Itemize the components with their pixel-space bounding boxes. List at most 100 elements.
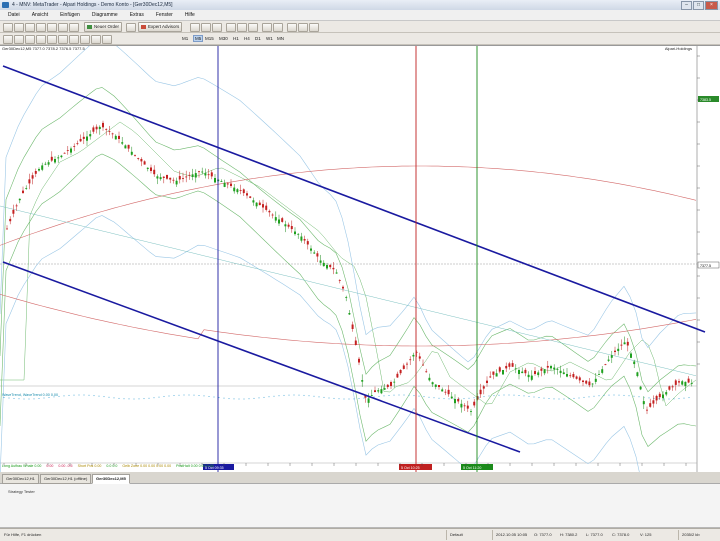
menu-diagramme[interactable]: Diagramme: [92, 12, 118, 18]
candlestick-button[interactable]: [201, 23, 211, 32]
candle-body: [92, 127, 95, 132]
meta-editor-button[interactable]: [126, 23, 136, 32]
tf-h4[interactable]: H4: [244, 36, 250, 41]
chart-shift-button[interactable]: [273, 23, 283, 32]
candle-body: [239, 190, 242, 191]
candle-body: [310, 248, 312, 251]
tab-ger30-h1-offline[interactable]: Ger30Dec12,H1 (offline): [40, 474, 92, 484]
candle-body: [156, 176, 159, 179]
oscillator-dot: [418, 395, 420, 397]
vertical-line-icon[interactable]: [25, 35, 35, 44]
oscillator-dot: [198, 394, 200, 396]
candle-body: [620, 344, 623, 346]
chart-canvas[interactable]: 5 Oct 09:35 5 Oct 10:25 5 Oct 11:20 7383…: [0, 36, 720, 497]
channel-icon[interactable]: [58, 35, 68, 44]
menu-fenster[interactable]: Fenster: [156, 12, 173, 18]
crosshair-icon[interactable]: [14, 35, 24, 44]
arrows-icon[interactable]: [102, 35, 112, 44]
oscillator-dot: [628, 395, 630, 397]
chart-window[interactable]: 5 Oct 09:35 5 Oct 10:25 5 Oct 11:20 7383…: [0, 36, 720, 497]
expert-advisors-button[interactable]: Expert Advisors: [138, 22, 183, 32]
candle-body: [348, 313, 351, 315]
indicators-button[interactable]: [287, 23, 297, 32]
templates-button[interactable]: [309, 23, 319, 32]
oscillator-dot: [143, 398, 145, 400]
candle-body: [169, 177, 172, 180]
candle-body: [159, 177, 162, 180]
menu-datei[interactable]: Datei: [8, 12, 20, 18]
menu-ansicht[interactable]: Ansicht: [32, 12, 48, 18]
candle-body: [614, 350, 616, 352]
trendline-icon[interactable]: [47, 35, 57, 44]
cursor-icon[interactable]: [3, 35, 13, 44]
tf-m30[interactable]: M30: [219, 36, 228, 41]
candle-body: [194, 173, 197, 178]
candle-body: [601, 369, 604, 373]
minimize-button[interactable]: –: [681, 1, 692, 10]
candle-body: [108, 131, 111, 133]
tab-ger30-m5[interactable]: Ger30Dec12,M5: [92, 474, 130, 484]
line-chart-button[interactable]: [212, 23, 222, 32]
candle-body: [441, 389, 444, 392]
maximize-button[interactable]: □: [693, 1, 704, 10]
candle-body: [38, 169, 40, 171]
zoom-in-button[interactable]: [226, 23, 236, 32]
tile-windows-button[interactable]: [248, 23, 258, 32]
close-button[interactable]: ×: [705, 1, 718, 10]
label-icon[interactable]: [91, 35, 101, 44]
autoscroll-button[interactable]: [262, 23, 272, 32]
tf-d1[interactable]: D1: [255, 36, 261, 41]
candle-body: [79, 138, 82, 142]
candle-body: [233, 187, 236, 192]
navigator-button[interactable]: [47, 23, 57, 32]
new-order-button[interactable]: Neuer Order: [84, 22, 123, 32]
candle-body: [18, 198, 21, 201]
candle-body: [207, 174, 210, 176]
fibonacci-icon[interactable]: [69, 35, 79, 44]
candle-body: [262, 204, 264, 208]
candle-body: [345, 297, 348, 298]
bar-chart-button[interactable]: [190, 23, 200, 32]
terminal-row[interactable]: Strategy Tester: [8, 489, 35, 494]
tf-m5[interactable]: M5: [193, 35, 204, 42]
menu-einfuegen[interactable]: Einfügen: [60, 12, 80, 18]
oscillator-dot: [338, 398, 340, 400]
profiles-button[interactable]: [14, 23, 24, 32]
oscillator-dot: [513, 394, 515, 396]
candle-body: [607, 359, 610, 361]
market-watch-button[interactable]: [25, 23, 35, 32]
status-low: L: 7377.0: [586, 532, 603, 537]
data-window-button[interactable]: [36, 23, 46, 32]
tf-h1[interactable]: H1: [233, 36, 239, 41]
candle-body: [690, 383, 693, 384]
candle-body: [361, 380, 364, 382]
zoom-out-button[interactable]: [237, 23, 247, 32]
menu-hilfe[interactable]: Hilfe: [185, 12, 195, 18]
candle-body: [338, 280, 341, 281]
candle-body: [89, 134, 92, 137]
tf-m15[interactable]: M15: [205, 36, 214, 41]
candle-body: [198, 171, 200, 173]
candle-body: [214, 178, 216, 183]
tf-m1[interactable]: M1: [182, 36, 188, 41]
candle-body: [153, 169, 156, 175]
menu-extras[interactable]: Extras: [130, 12, 144, 18]
oscillator-dot: [613, 394, 615, 396]
oscillator-dot: [683, 397, 685, 399]
tab-ger30-h1[interactable]: Ger30Dec12,H1: [2, 474, 39, 484]
candle-body: [118, 135, 120, 139]
new-chart-button[interactable]: [3, 23, 13, 32]
candle-body: [438, 385, 440, 387]
tester-button[interactable]: [69, 23, 79, 32]
oscillator-dot: [588, 396, 590, 398]
horizontal-line-icon[interactable]: [36, 35, 46, 44]
indicator-value: Short Pos 0.00: [77, 464, 102, 468]
oscillator-dot: [523, 395, 525, 397]
text-icon[interactable]: [80, 35, 90, 44]
tf-w1[interactable]: W1: [266, 36, 273, 41]
candle-body: [354, 340, 357, 345]
terminal-button[interactable]: [58, 23, 68, 32]
periods-button[interactable]: [298, 23, 308, 32]
tf-mn[interactable]: MN: [277, 36, 284, 41]
bollinger-upper-green: [0, 87, 697, 393]
